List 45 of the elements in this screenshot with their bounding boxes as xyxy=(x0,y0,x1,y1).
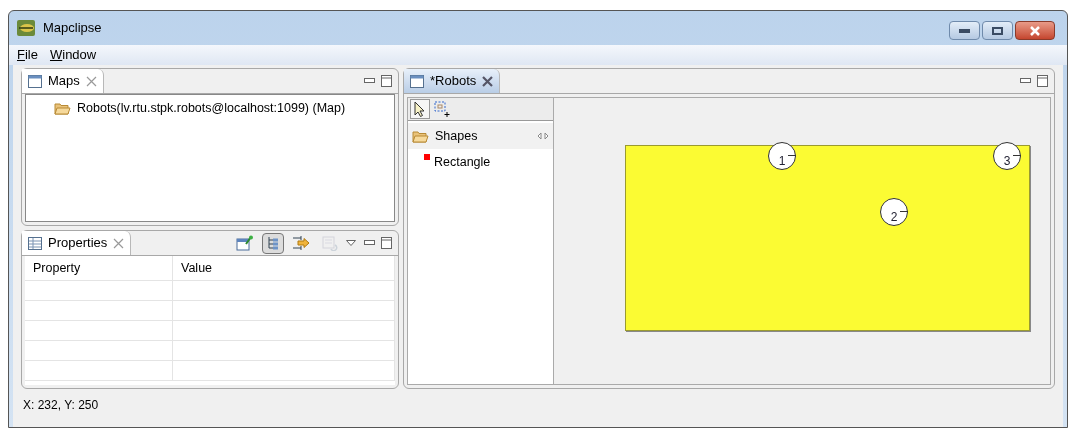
rectangle-shape[interactable]: 1 2 3 xyxy=(625,145,1030,331)
maximize-button[interactable] xyxy=(982,21,1013,40)
restore-default-icon xyxy=(322,235,338,251)
close-button[interactable] xyxy=(1015,21,1055,40)
close-icon[interactable] xyxy=(113,237,125,249)
close-icon[interactable] xyxy=(482,75,494,87)
menu-item[interactable]: File xyxy=(17,45,38,65)
robot-marker[interactable]: 2 xyxy=(880,198,908,226)
filter-arrow-icon xyxy=(292,235,310,251)
close-icon[interactable] xyxy=(85,75,97,87)
table-icon xyxy=(28,236,42,250)
tree-icon xyxy=(266,236,280,250)
marquee-tool[interactable] xyxy=(432,99,452,119)
maximize-icon[interactable] xyxy=(381,75,392,87)
minimize-icon[interactable] xyxy=(1020,78,1031,84)
arrow-pointer-icon xyxy=(414,101,426,117)
view-menu-icon[interactable] xyxy=(346,240,356,246)
palette-entry[interactable]: Rectangle xyxy=(408,149,553,172)
view-icon xyxy=(410,74,424,88)
minimize-icon[interactable] xyxy=(364,240,375,246)
marquee-icon xyxy=(434,101,450,117)
minimize-button[interactable] xyxy=(949,21,980,40)
app-logo xyxy=(17,20,35,36)
tree-item[interactable]: Robots(lv.rtu.stpk.robots@localhost:1099) (Map) xyxy=(54,99,394,118)
view-tab[interactable]: *Robots xyxy=(404,69,501,93)
robot-marker[interactable]: 1 xyxy=(768,142,796,170)
column-header[interactable]: Value xyxy=(173,256,395,280)
view-tab[interactable]: Properties xyxy=(22,231,132,255)
menu-item[interactable]: Window xyxy=(49,45,97,65)
toolbar-button[interactable] xyxy=(262,232,284,254)
view-tab[interactable]: Maps xyxy=(22,69,104,93)
palette-drawer-header[interactable]: Shapes xyxy=(408,123,553,149)
robot-marker[interactable]: 3 xyxy=(993,142,1021,170)
new-view-icon xyxy=(236,235,254,251)
cursor-position-text: X: 232, Y: 250 xyxy=(23,397,99,414)
maximize-icon[interactable] xyxy=(1037,75,1048,87)
maximize-icon[interactable] xyxy=(381,237,392,249)
folder-icon xyxy=(54,101,71,115)
view-icon xyxy=(28,74,42,88)
window-title: Mapclipse xyxy=(43,19,102,38)
select-tool[interactable] xyxy=(410,99,430,119)
minimize-icon[interactable] xyxy=(364,78,375,84)
column-header[interactable]: Property xyxy=(25,256,173,280)
folder-icon xyxy=(412,129,429,143)
close-icon xyxy=(1029,25,1041,36)
